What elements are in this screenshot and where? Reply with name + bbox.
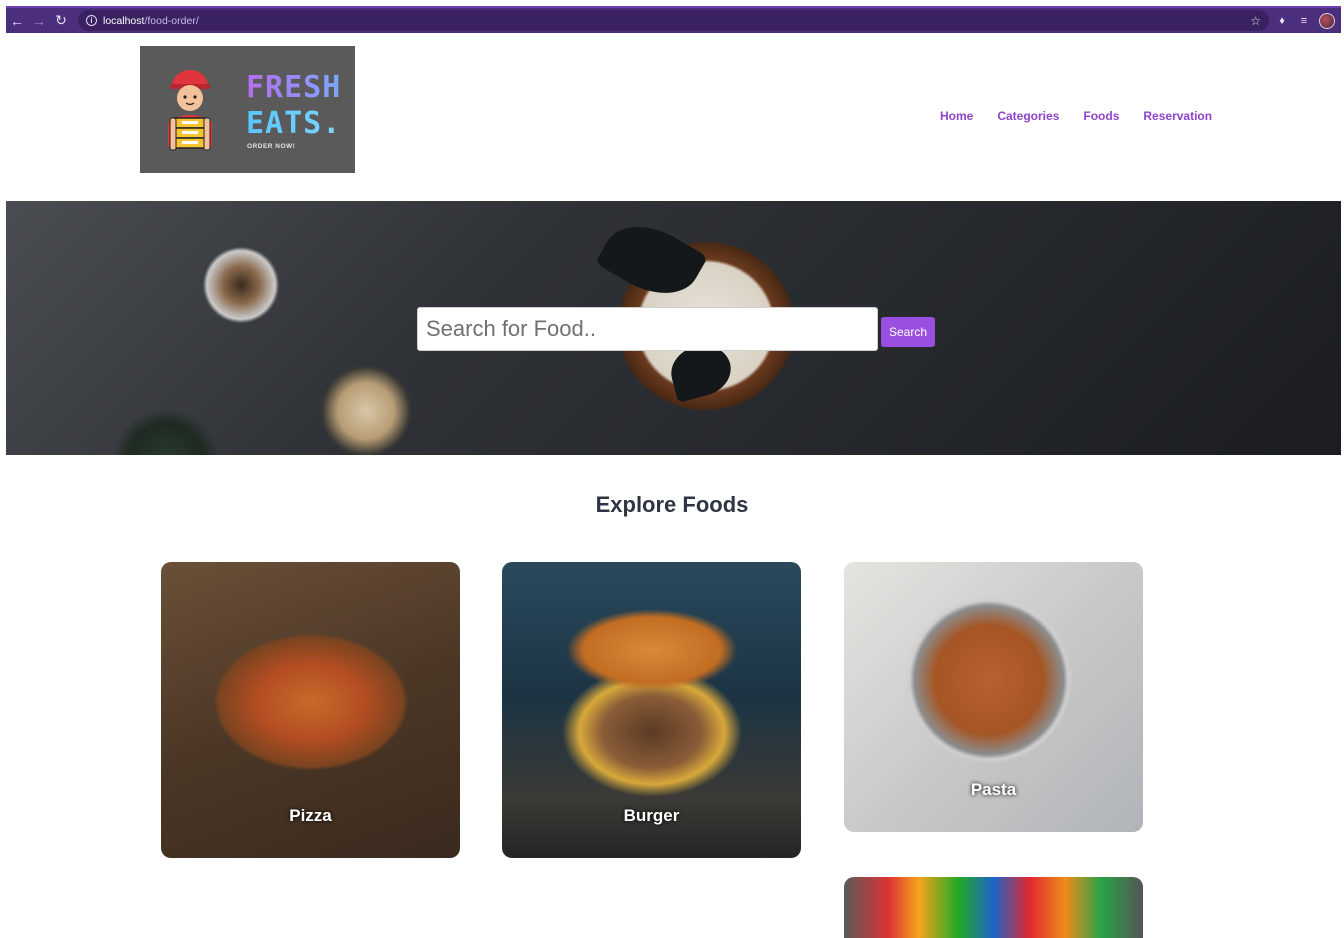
category-card-label: Burger: [623, 806, 680, 825]
category-card-label: Pizza: [289, 806, 332, 825]
hero-leaf-decoration: [594, 209, 709, 311]
nav-link-categories[interactable]: Categories: [997, 109, 1059, 123]
browser-toolbar: ← → ↻ i localhost/food-order/ ☆ ♦ ≡: [6, 6, 1341, 33]
nav-link-home[interactable]: Home: [940, 109, 973, 123]
category-card-pizza[interactable]: Pizza: [161, 562, 460, 858]
bookmark-star-icon[interactable]: ☆: [1250, 14, 1261, 28]
category-card-label: Pasta: [970, 780, 1017, 799]
page: ← → ↻ i localhost/food-order/ ☆ ♦ ≡ FRES…: [0, 0, 1344, 938]
info-icon[interactable]: i: [86, 15, 97, 26]
main-nav: Home Categories Foods Reservation: [940, 109, 1236, 123]
url-host: localhost: [103, 14, 145, 27]
delivery-person-icon: [168, 70, 212, 151]
reload-icon[interactable]: ↻: [50, 10, 72, 32]
nav-link-reservation[interactable]: Reservation: [1143, 109, 1212, 123]
site-logo[interactable]: FRESH EATS. ORDER NOW!: [140, 46, 355, 173]
address-bar[interactable]: i localhost/food-order/ ☆: [78, 10, 1269, 31]
category-card-burger[interactable]: Burger: [502, 562, 801, 858]
reading-list-icon[interactable]: ≡: [1297, 14, 1311, 28]
back-arrow-icon[interactable]: ←: [6, 10, 28, 32]
logo-text-eats: EATS.: [246, 106, 342, 141]
category-card-pasta[interactable]: Pasta: [844, 562, 1143, 832]
logo-text-fresh: FRESH: [246, 70, 342, 105]
logo-tagline: ORDER NOW!: [247, 143, 296, 150]
extensions-puzzle-icon[interactable]: ♦: [1275, 14, 1289, 28]
profile-avatar[interactable]: [1319, 12, 1335, 29]
food-search-form: Search: [417, 307, 935, 351]
food-search-input[interactable]: [417, 307, 878, 351]
url-path: /food-order/: [144, 14, 199, 27]
nav-link-foods[interactable]: Foods: [1083, 109, 1119, 123]
category-card-drinks[interactable]: [844, 877, 1143, 938]
forward-arrow-icon[interactable]: →: [28, 10, 50, 32]
hero-banner: Search: [6, 201, 1341, 455]
explore-foods-heading: Explore Foods: [595, 492, 749, 517]
search-button[interactable]: Search: [881, 317, 935, 347]
